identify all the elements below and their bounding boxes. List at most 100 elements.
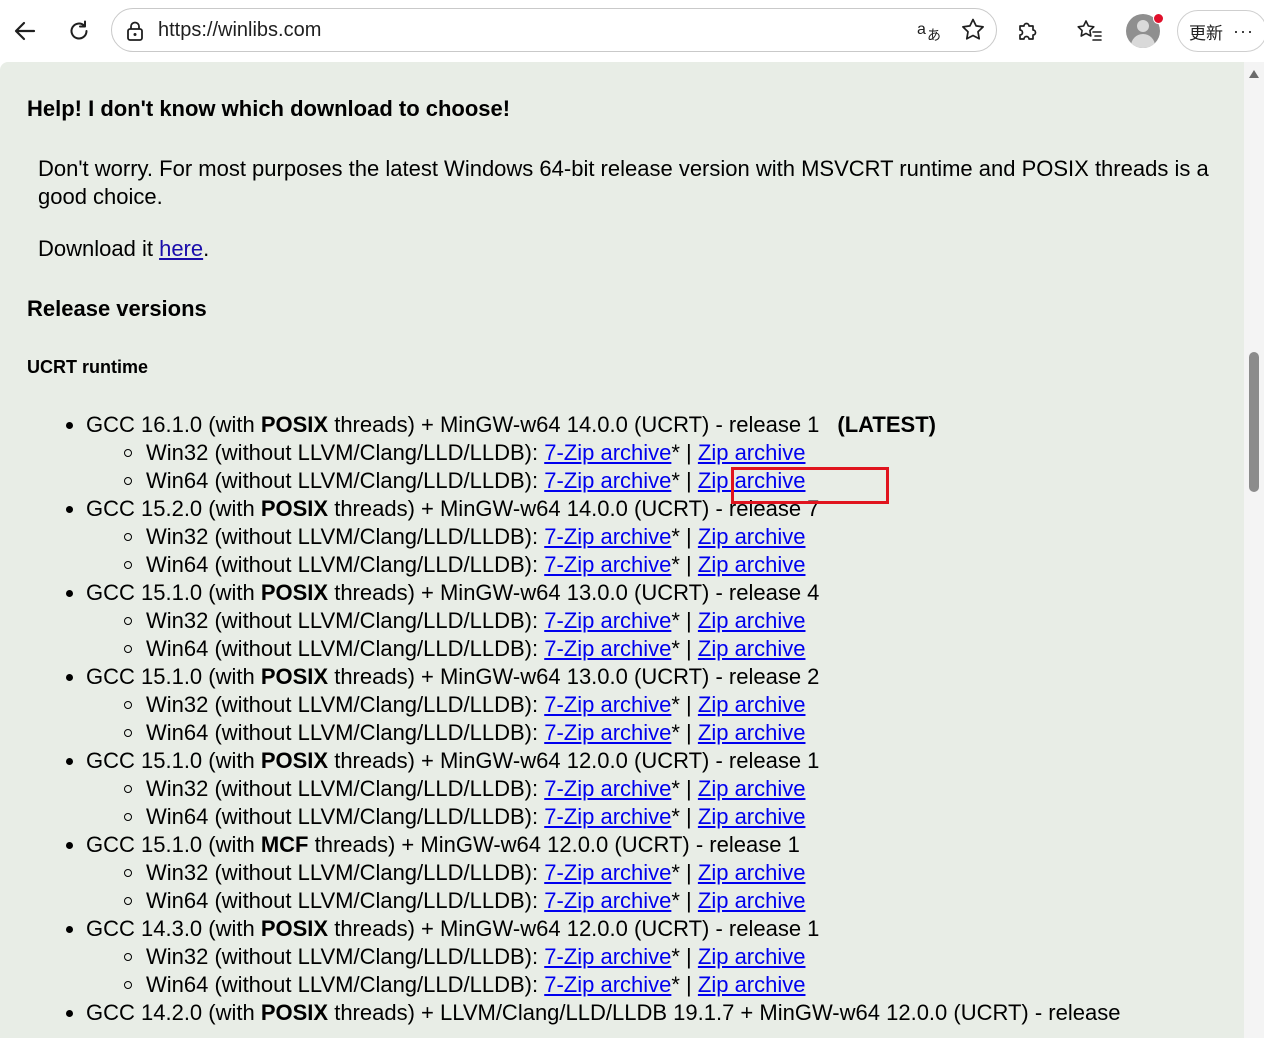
win64-zip-link[interactable]: Zip archive [698,636,806,661]
win64-download-row: Win64 (without LLVM/Clang/LLD/LLDB): 7-Z… [86,551,1120,579]
win32-label: Win32 (without LLVM/Clang/LLD/LLDB): [146,692,545,717]
separator: | [679,860,698,885]
download-suffix: . [203,236,210,261]
vertical-scrollbar[interactable] [1244,62,1264,1038]
win64-label: Win64 (without LLVM/Clang/LLD/LLDB): [146,552,545,577]
release-rest: threads) + MinGW-w64 12.0.0 (UCRT) - rel… [328,916,820,941]
release-threads: POSIX [260,496,329,521]
win64-7zip-link[interactable]: 7-Zip archive [544,552,671,577]
win32-zip-link[interactable]: Zip archive [698,944,806,969]
win64-label: Win64 (without LLVM/Clang/LLD/LLDB): [146,468,545,493]
release-rest: threads) + LLVM/Clang/LLD/LLDB 19.1.7 + … [328,1000,1121,1025]
platform-list: Win32 (without LLVM/Clang/LLD/LLDB): 7-Z… [86,607,1120,663]
favorite-star-icon[interactable] [960,17,986,43]
win64-label: Win64 (without LLVM/Clang/LLD/LLDB): [146,720,545,745]
favorites-button[interactable] [1071,12,1109,50]
win64-7zip-link[interactable]: 7-Zip archive [544,468,671,493]
win32-zip-link[interactable]: Zip archive [698,692,806,717]
latest-tag: (LATEST) [837,412,936,437]
win64-7zip-link[interactable]: 7-Zip archive [544,804,671,829]
download-prefix: Download it [38,236,160,261]
favorites-list-icon [1077,20,1102,41]
scroll-up-arrow-icon[interactable] [1249,70,1259,78]
release-gcc-prefix: GCC 15.1.0 (with [86,580,261,605]
win32-7zip-link[interactable]: 7-Zip archive [544,692,671,717]
here-link[interactable]: here [159,236,203,261]
separator: | [679,888,698,913]
win32-7zip-link[interactable]: 7-Zip archive [544,440,671,465]
separator: | [679,804,698,829]
win32-zip-link[interactable]: Zip archive [698,608,806,633]
win32-label: Win32 (without LLVM/Clang/LLD/LLDB): [146,860,545,885]
win64-download-row: Win64 (without LLVM/Clang/LLD/LLDB): 7-Z… [86,635,1120,663]
release-threads: POSIX [260,916,329,941]
release-item: GCC 14.3.0 (with POSIX threads) + MinGW-… [0,915,1120,999]
release-rest: threads) + MinGW-w64 12.0.0 (UCRT) - rel… [328,748,820,773]
scrollbar-thumb[interactable] [1249,352,1259,492]
asterisk: * [671,468,680,493]
win64-zip-link[interactable]: Zip archive [698,552,806,577]
platform-list: Win32 (without LLVM/Clang/LLD/LLDB): 7-Z… [86,943,1120,999]
lock-icon[interactable] [124,20,146,42]
extensions-button[interactable] [1009,12,1047,50]
refresh-icon [70,20,88,40]
refresh-button[interactable] [60,12,98,50]
puzzle-icon [1019,22,1037,40]
browser-toolbar: https://winlibs.com aあ 更新 ··· [0,0,1264,62]
win32-7zip-link[interactable]: 7-Zip archive [544,776,671,801]
win64-zip-link[interactable]: Zip archive [698,888,806,913]
asterisk: * [671,440,680,465]
release-rest: threads) + MinGW-w64 13.0.0 (UCRT) - rel… [328,664,820,689]
separator: | [679,776,698,801]
avatar-head [1137,20,1149,32]
release-rest: threads) + MinGW-w64 12.0.0 (UCRT) - rel… [308,832,800,857]
svg-text:a: a [917,21,926,38]
release-gcc-prefix: GCC 15.2.0 (with [86,496,261,521]
address-bar[interactable]: https://winlibs.com aあ [111,8,997,52]
download-line: Download it here. [38,235,1218,263]
win32-label: Win32 (without LLVM/Clang/LLD/LLDB): [146,944,545,969]
win64-7zip-link[interactable]: 7-Zip archive [544,888,671,913]
release-item: GCC 15.1.0 (with POSIX threads) + MinGW-… [0,747,1120,831]
win32-label: Win32 (without LLVM/Clang/LLD/LLDB): [146,776,545,801]
win32-download-row: Win32 (without LLVM/Clang/LLD/LLDB): 7-Z… [86,775,1120,803]
win64-7zip-link[interactable]: 7-Zip archive [544,972,671,997]
help-heading: Help! I don't know which download to cho… [27,96,511,121]
release-threads: POSIX [260,664,329,689]
url-text[interactable]: https://winlibs.com [158,19,321,42]
back-button[interactable] [6,12,44,50]
win32-zip-link[interactable]: Zip archive [698,440,806,465]
avatar-body [1131,34,1155,48]
win32-7zip-link[interactable]: 7-Zip archive [544,524,671,549]
win32-label: Win32 (without LLVM/Clang/LLD/LLDB): [146,440,545,465]
win64-zip-link[interactable]: Zip archive [698,720,806,745]
win64-7zip-link[interactable]: 7-Zip archive [544,636,671,661]
win64-label: Win64 (without LLVM/Clang/LLD/LLDB): [146,972,545,997]
win32-7zip-link[interactable]: 7-Zip archive [544,944,671,969]
ucrt-runtime-heading: UCRT runtime [27,357,148,377]
translate-icon[interactable]: aあ [916,18,944,44]
win32-zip-link[interactable]: Zip archive [698,860,806,885]
update-button[interactable]: 更新 ··· [1177,10,1264,52]
release-item: GCC 14.2.0 (with POSIX threads) + LLVM/C… [0,999,1120,1027]
separator: | [679,972,698,997]
win64-download-row: Win64 (without LLVM/Clang/LLD/LLDB): 7-Z… [86,719,1120,747]
separator: | [679,720,698,745]
asterisk: * [671,944,680,969]
win64-zip-link[interactable]: Zip archive [698,972,806,997]
win64-zip-link[interactable]: Zip archive [698,804,806,829]
asterisk: * [671,888,680,913]
release-gcc-prefix: GCC 16.1.0 (with [86,412,261,437]
win64-7zip-link[interactable]: 7-Zip archive [544,720,671,745]
platform-list: Win32 (without LLVM/Clang/LLD/LLDB): 7-Z… [86,859,1120,915]
win32-download-row: Win32 (without LLVM/Clang/LLD/LLDB): 7-Z… [86,859,1120,887]
win32-zip-link[interactable]: Zip archive [698,524,806,549]
win32-7zip-link[interactable]: 7-Zip archive [544,608,671,633]
win32-zip-link[interactable]: Zip archive [698,776,806,801]
platform-list: Win32 (without LLVM/Clang/LLD/LLDB): 7-Z… [86,439,1120,495]
highlight-box [731,467,889,504]
more-icon[interactable]: ··· [1233,21,1254,42]
release-threads: MCF [260,832,309,857]
win32-7zip-link[interactable]: 7-Zip archive [544,860,671,885]
win32-download-row: Win32 (without LLVM/Clang/LLD/LLDB): 7-Z… [86,943,1120,971]
